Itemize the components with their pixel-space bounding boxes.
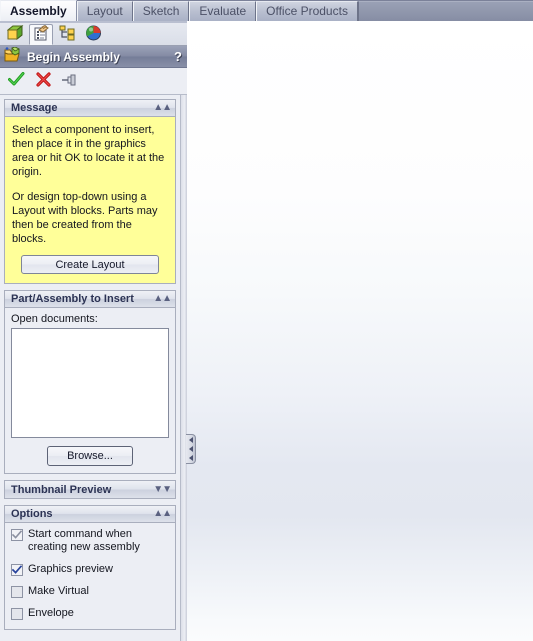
property-manager-tab[interactable]: [29, 24, 53, 45]
triangle-left-icon: [188, 437, 193, 443]
triangle-left-icon: [188, 446, 193, 452]
cancel-button[interactable]: [31, 70, 55, 92]
solidworks-window: Assembly Layout Sketch Evaluate Office P…: [0, 0, 533, 641]
message-rollout-title: Message: [11, 102, 58, 114]
part-assembly-rollout-body: Open documents: Browse...: [5, 308, 175, 473]
ok-button[interactable]: [4, 70, 28, 92]
tab-sketch[interactable]: Sketch: [132, 1, 190, 21]
graphics-preview-label: Graphics preview: [28, 563, 113, 575]
graphics-preview-checkbox[interactable]: [11, 564, 23, 576]
part-assembly-rollout-header[interactable]: Part/Assembly to Insert ▲▲: [5, 291, 175, 308]
display-manager-icon: [85, 25, 102, 44]
browse-button[interactable]: Browse...: [47, 446, 133, 466]
pushpin-icon: [61, 73, 79, 90]
options-rollout: Options ▲▲ Start command when creating n…: [4, 505, 176, 630]
keep-visible-pin-button[interactable]: [58, 70, 82, 92]
chevron-up-icon[interactable]: ▲▲: [153, 509, 172, 519]
graphics-area[interactable]: [187, 21, 533, 641]
make-virtual-checkbox[interactable]: [11, 586, 23, 598]
part-assembly-rollout: Part/Assembly to Insert ▲▲ Open document…: [4, 290, 176, 474]
panel-edge-strip: [180, 95, 187, 641]
message-paragraph-2: Or design top-down using a Layout with b…: [12, 191, 161, 245]
panel-splitter-handle[interactable]: [186, 434, 196, 464]
tab-office-products[interactable]: Office Products: [256, 1, 358, 21]
thumbnail-preview-rollout: Thumbnail Preview ▼▼: [4, 480, 176, 499]
message-paragraph-1: Select a component to insert, then place…: [12, 124, 168, 178]
begin-assembly-icon: [4, 46, 22, 66]
property-manager-title-bar: Begin Assembly ?: [0, 46, 187, 68]
part-assembly-rollout-title: Part/Assembly to Insert: [11, 293, 134, 305]
feature-manager-tree-icon: [6, 24, 24, 44]
property-manager-content: Message ▲▲ Select a component to insert,…: [0, 95, 180, 641]
create-layout-button[interactable]: Create Layout: [21, 255, 159, 274]
property-manager-icon: [33, 25, 50, 44]
options-rollout-header[interactable]: Options ▲▲: [5, 506, 175, 523]
option-row-graphics-preview[interactable]: Graphics preview: [11, 563, 169, 576]
page-title: Begin Assembly: [27, 49, 120, 64]
options-rollout-body: Start command when creating new assembly…: [5, 523, 175, 629]
chevron-up-icon[interactable]: ▲▲: [153, 294, 172, 304]
help-button[interactable]: ?: [174, 49, 182, 64]
envelope-checkbox[interactable]: [11, 608, 23, 620]
tab-strip-filler: [357, 1, 533, 21]
thumbnail-preview-rollout-title: Thumbnail Preview: [11, 483, 112, 496]
envelope-label: Envelope: [28, 607, 74, 619]
property-manager-action-bar: [0, 68, 187, 95]
make-virtual-label: Make Virtual: [28, 585, 89, 597]
option-row-make-virtual[interactable]: Make Virtual: [11, 585, 169, 598]
start-command-label: Start command when creating new assembly: [28, 528, 140, 553]
configuration-manager-icon: [59, 25, 76, 44]
message-rollout: Message ▲▲ Select a component to insert,…: [4, 99, 176, 284]
message-rollout-body: Select a component to insert, then place…: [5, 117, 175, 283]
tab-layout[interactable]: Layout: [76, 1, 133, 21]
display-manager-tab[interactable]: [81, 24, 105, 45]
property-manager-panel: Begin Assembly ? Message ▲▲ Select a com…: [0, 21, 187, 641]
message-paragraph-gap: [12, 179, 168, 190]
command-manager-tab-strip: Assembly Layout Sketch Evaluate Office P…: [0, 0, 533, 21]
thumbnail-preview-rollout-header[interactable]: Thumbnail Preview ▼▼: [5, 481, 175, 498]
message-rollout-header[interactable]: Message ▲▲: [5, 100, 175, 117]
option-row-start-command[interactable]: Start command when creating new assembly: [11, 528, 169, 554]
open-documents-list[interactable]: [11, 328, 169, 438]
feature-manager-tree-tab[interactable]: [3, 24, 27, 45]
chevron-down-icon[interactable]: ▼▼: [153, 484, 172, 495]
triangle-left-icon: [188, 455, 193, 461]
chevron-up-icon[interactable]: ▲▲: [153, 103, 172, 113]
option-row-envelope[interactable]: Envelope: [11, 607, 169, 620]
tab-evaluate[interactable]: Evaluate: [189, 1, 257, 21]
checkmark-icon: [7, 72, 25, 90]
tab-assembly[interactable]: Assembly: [0, 0, 77, 21]
options-rollout-title: Options: [11, 508, 53, 520]
close-x-icon: [35, 72, 51, 90]
start-command-checkbox[interactable]: [11, 529, 23, 541]
manager-tab-strip: [0, 21, 187, 46]
open-documents-label: Open documents:: [11, 313, 98, 325]
configuration-manager-tab[interactable]: [55, 24, 79, 45]
